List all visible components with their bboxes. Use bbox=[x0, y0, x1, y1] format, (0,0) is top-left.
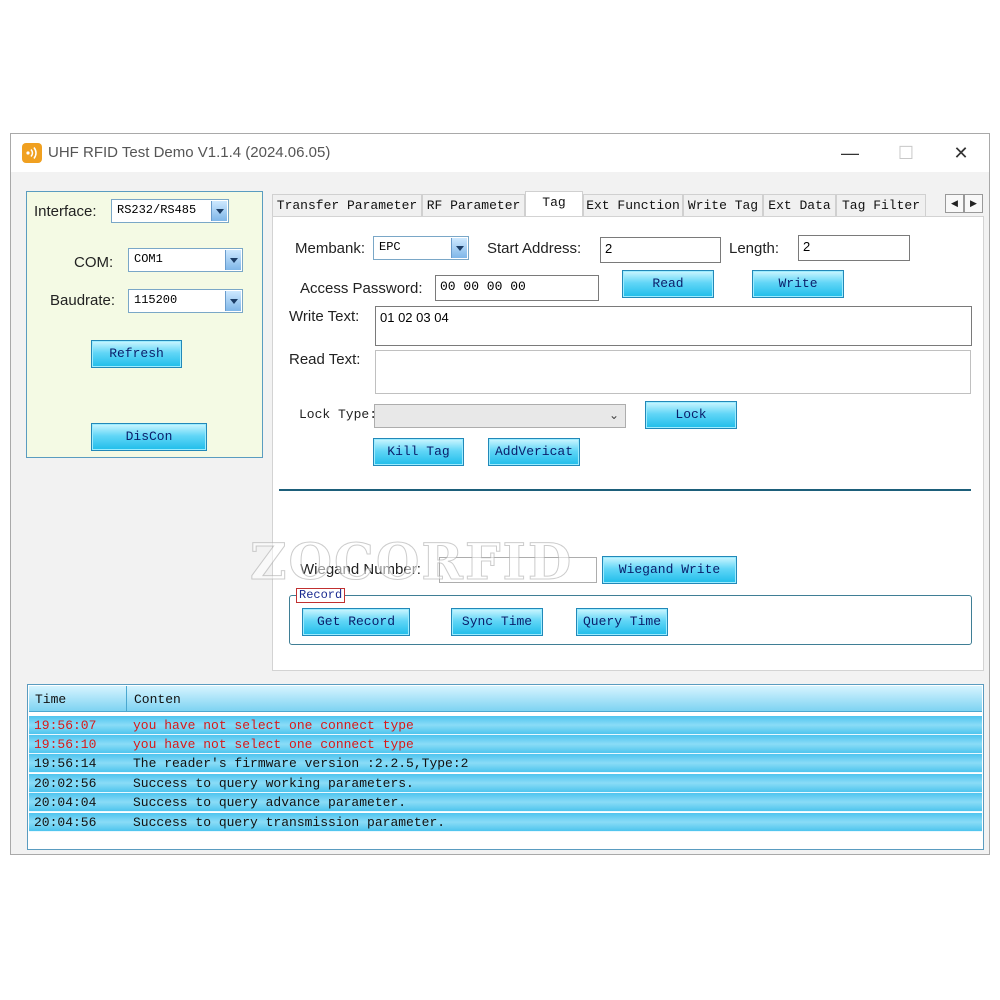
table-row[interactable]: 19:56:10 you have not select one connect… bbox=[29, 735, 982, 754]
log-table: Time Conten 19:56:07 you have not select… bbox=[27, 684, 984, 850]
lock-button[interactable]: Lock bbox=[645, 401, 737, 429]
interface-value: RS232/RS485 bbox=[117, 203, 197, 217]
log-content: you have not select one connect type bbox=[133, 718, 414, 733]
tab-rf-parameter[interactable]: RF Parameter bbox=[422, 194, 525, 216]
log-content: Success to query transmission parameter. bbox=[133, 815, 446, 830]
title-bar: UHF RFID Test Demo V1.1.4 (2024.06.05) —… bbox=[11, 134, 989, 172]
start-address-input[interactable]: 2 bbox=[600, 237, 721, 263]
column-divider bbox=[126, 686, 127, 712]
tab-ext-function[interactable]: Ext Function bbox=[583, 194, 683, 216]
log-content: you have not select one connect type bbox=[133, 737, 414, 752]
wiegand-write-button[interactable]: Wiegand Write bbox=[602, 556, 737, 584]
close-button[interactable]: ✕ bbox=[944, 140, 978, 166]
start-address-label: Start Address: bbox=[487, 240, 582, 257]
app-window: UHF RFID Test Demo V1.1.4 (2024.06.05) —… bbox=[10, 133, 990, 855]
discon-button[interactable]: DisCon bbox=[91, 423, 207, 451]
add-vericat-button[interactable]: AddVericat bbox=[488, 438, 580, 466]
interface-select[interactable]: RS232/RS485 bbox=[111, 199, 229, 223]
read-text-label: Read Text: bbox=[289, 351, 361, 368]
log-content: The reader's firmware version :2.2.5,Typ… bbox=[133, 756, 469, 771]
chevron-down-icon[interactable] bbox=[225, 291, 241, 311]
maximize-button[interactable]: ☐ bbox=[889, 140, 923, 166]
refresh-button[interactable]: Refresh bbox=[91, 340, 182, 368]
access-password-input[interactable]: 00 00 00 00 bbox=[435, 275, 599, 301]
chevron-down-icon[interactable] bbox=[211, 201, 227, 221]
com-value: COM1 bbox=[134, 252, 163, 266]
log-time: 19:56:14 bbox=[34, 756, 97, 771]
tab-transfer-parameter[interactable]: Transfer Parameter bbox=[272, 194, 422, 216]
length-input[interactable]: 2 bbox=[798, 235, 910, 261]
scroll-left-icon[interactable]: ◀ bbox=[945, 194, 964, 213]
log-time: 20:02:56 bbox=[34, 776, 97, 791]
access-password-label: Access Password: bbox=[300, 280, 423, 297]
table-row[interactable]: 20:04:56 Success to query transmission p… bbox=[29, 813, 982, 832]
table-row[interactable]: 20:02:56 Success to query working parame… bbox=[29, 774, 982, 793]
log-column-time: Time bbox=[35, 692, 67, 707]
table-row[interactable]: 19:56:14 The reader's firmware version :… bbox=[29, 754, 982, 773]
com-label: COM: bbox=[74, 254, 114, 271]
write-button[interactable]: Write bbox=[752, 270, 844, 298]
write-text-label: Write Text: bbox=[289, 308, 360, 325]
tab-scroll: ◀ ▶ bbox=[945, 194, 985, 214]
window-title: UHF RFID Test Demo V1.1.4 (2024.06.05) bbox=[48, 144, 331, 161]
chevron-down-icon[interactable] bbox=[451, 238, 467, 258]
membank-value: EPC bbox=[379, 240, 401, 254]
membank-select[interactable]: EPC bbox=[373, 236, 469, 260]
tab-ext-data[interactable]: Ext Data bbox=[763, 194, 836, 216]
rfid-signal-icon bbox=[22, 143, 42, 163]
table-row[interactable]: 19:56:07 you have not select one connect… bbox=[29, 716, 982, 735]
get-record-button[interactable]: Get Record bbox=[302, 608, 410, 636]
baudrate-label: Baudrate: bbox=[50, 292, 116, 309]
kill-tag-button[interactable]: Kill Tag bbox=[373, 438, 464, 466]
scroll-right-icon[interactable]: ▶ bbox=[964, 194, 983, 213]
chevron-down-icon[interactable] bbox=[225, 250, 241, 270]
lock-type-label: Lock Type: bbox=[299, 407, 378, 422]
length-label: Length: bbox=[729, 240, 780, 257]
membank-label: Membank: bbox=[295, 240, 366, 257]
sync-time-button[interactable]: Sync Time bbox=[451, 608, 543, 636]
read-text-output[interactable] bbox=[375, 350, 971, 394]
log-header: Time Conten bbox=[29, 686, 982, 712]
log-content: Success to query advance parameter. bbox=[133, 795, 407, 810]
connection-panel: Interface: RS232/RS485 COM: COM1 Baudrat… bbox=[26, 191, 263, 458]
log-column-content: Conten bbox=[134, 692, 181, 707]
query-time-button[interactable]: Query Time bbox=[576, 608, 668, 636]
log-content: Success to query working parameters. bbox=[133, 776, 414, 791]
write-text-input[interactable]: 01 02 03 04 bbox=[375, 306, 972, 346]
log-time: 20:04:56 bbox=[34, 815, 97, 830]
tag-panel: Membank: EPC Start Address: 2 Length: 2 … bbox=[272, 216, 984, 671]
log-time: 19:56:07 bbox=[34, 718, 97, 733]
log-time: 19:56:10 bbox=[34, 737, 97, 752]
minimize-button[interactable]: — bbox=[833, 140, 867, 166]
read-button[interactable]: Read bbox=[622, 270, 714, 298]
tab-tag-filter[interactable]: Tag Filter bbox=[836, 194, 926, 216]
baudrate-select[interactable]: 115200 bbox=[128, 289, 243, 313]
com-select[interactable]: COM1 bbox=[128, 248, 243, 272]
section-divider bbox=[279, 489, 971, 491]
watermark-logo: ZOCORFID bbox=[249, 532, 574, 592]
baudrate-value: 115200 bbox=[134, 293, 178, 307]
interface-label: Interface: bbox=[34, 203, 97, 220]
chevron-down-icon[interactable]: ⌄ bbox=[609, 408, 619, 422]
table-row[interactable]: 20:04:04 Success to query advance parame… bbox=[29, 793, 982, 812]
lock-type-select[interactable]: ⌄ bbox=[374, 404, 626, 428]
tab-tag[interactable]: Tag bbox=[525, 191, 583, 217]
log-time: 20:04:04 bbox=[34, 795, 97, 810]
tab-write-tag[interactable]: Write Tag bbox=[683, 194, 763, 216]
